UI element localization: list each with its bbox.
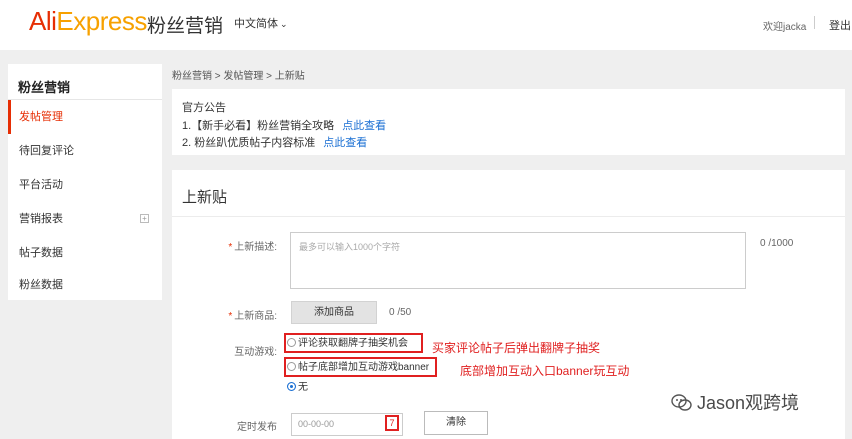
sidebar-item-marketing-report[interactable]: 营销报表 +	[8, 202, 162, 236]
radio-button-selected[interactable]	[287, 382, 296, 391]
option-label: 评论获取翻牌子抽奖机会	[298, 338, 408, 349]
add-product-button[interactable]: 添加商品	[291, 301, 377, 324]
annotation-2: 底部增加互动入口banner玩互动	[460, 364, 630, 378]
chevron-down-icon: ⌄	[280, 19, 288, 29]
notice-title: 官方公告	[182, 102, 226, 114]
description-textarea[interactable]: 最多可以输入1000个字符	[290, 232, 746, 289]
app-title: 粉丝营销	[147, 16, 224, 37]
date-placeholder: 00-00-00	[298, 419, 335, 429]
header-divider	[814, 16, 815, 29]
sidebar-item-fan-data[interactable]: 粉丝数据	[8, 268, 162, 302]
option-flip-card-lottery[interactable]: 评论获取翻牌子抽奖机会	[287, 336, 408, 353]
required-asterisk: *	[228, 311, 233, 322]
language-selector[interactable]: 中文简体 ⌄	[234, 15, 288, 31]
calendar-icon[interactable]: 7	[385, 415, 399, 431]
annotation-1: 买家评论帖子后弹出翻牌子抽奖	[432, 341, 601, 355]
watermark-text: Jason观跨境	[697, 393, 800, 413]
product-label-text: 上新商品:	[234, 311, 277, 322]
radio-button[interactable]	[287, 338, 296, 347]
aliexpress-logo[interactable]: AliExpress	[29, 6, 147, 37]
option-bottom-banner[interactable]: 帖子底部增加互动游戏banner	[287, 360, 429, 377]
radio-button[interactable]	[287, 362, 296, 371]
sidebar-item-post-management[interactable]: 发帖管理	[8, 100, 162, 134]
sidebar-item-label: 平台活动	[19, 179, 63, 191]
product-counter: 0 /50	[389, 307, 412, 318]
desc-label: * 上新描述:	[197, 238, 277, 253]
schedule-label: 定时发布	[237, 422, 277, 433]
breadcrumb: 粉丝营销 > 发帖管理 > 上新贴	[172, 71, 305, 82]
sidebar-item-label: 营销报表	[19, 213, 63, 225]
sidebar-item-pending-comments[interactable]: 待回复评论	[8, 134, 162, 168]
logout-link[interactable]: 登出	[829, 17, 851, 33]
panel-divider	[172, 216, 845, 217]
official-notice: 官方公告 1.【新手必看】粉丝营销全攻略 点此查看 2. 粉丝趴优质帖子内容标准点…	[172, 89, 845, 155]
sidebar-item-label: 帖子数据	[19, 247, 63, 259]
required-asterisk: *	[228, 242, 233, 253]
sidebar: 粉丝营销 发帖管理 待回复评论 平台活动 营销报表 + 帖子数据 粉丝数据	[8, 64, 162, 300]
top-bar: AliExpress 粉丝营销 中文简体 ⌄ 欢迎jacka 登出	[0, 0, 852, 50]
sidebar-item-label: 待回复评论	[19, 145, 74, 157]
product-label: * 上新商品:	[197, 307, 277, 322]
sidebar-item-post-data[interactable]: 帖子数据	[8, 236, 162, 270]
option-label: 无	[298, 382, 308, 393]
sidebar-item-label: 粉丝数据	[19, 279, 63, 291]
logo-express-text: Express	[56, 6, 147, 36]
notice-text: 2. 粉丝趴优质帖子内容标准	[182, 137, 316, 149]
game-label: 互动游戏:	[234, 347, 277, 358]
welcome-text: 欢迎jacka	[763, 22, 807, 33]
clear-button[interactable]: 清除	[424, 411, 488, 435]
panel-title: 上新贴	[182, 189, 228, 206]
option-label: 帖子底部增加互动游戏banner	[298, 362, 430, 373]
notice-text: 1.【新手必看】粉丝营销全攻略	[182, 120, 335, 132]
logo-ali-text: Ali	[29, 6, 57, 36]
desc-label-text: 上新描述:	[234, 242, 277, 253]
expand-plus-icon[interactable]: +	[140, 214, 149, 223]
sidebar-item-platform-activity[interactable]: 平台活动	[8, 168, 162, 202]
notice-line-1: 1.【新手必看】粉丝营销全攻略 点此查看	[182, 117, 386, 133]
language-label: 中文简体	[234, 18, 278, 30]
notice-line-2: 2. 粉丝趴优质帖子内容标准 点此查看	[182, 134, 367, 150]
sidebar-item-label: 发帖管理	[19, 111, 63, 123]
notice-link-2[interactable]: 点此查看	[323, 137, 367, 149]
notice-link-1[interactable]: 点此查看	[342, 120, 386, 132]
wechat-logo-icon	[671, 394, 692, 411]
desc-char-counter: 0 /1000	[760, 238, 794, 249]
option-none[interactable]: 无	[287, 380, 308, 397]
sidebar-title: 粉丝营销	[18, 80, 71, 95]
desc-placeholder: 最多可以输入1000个字符	[299, 242, 401, 252]
